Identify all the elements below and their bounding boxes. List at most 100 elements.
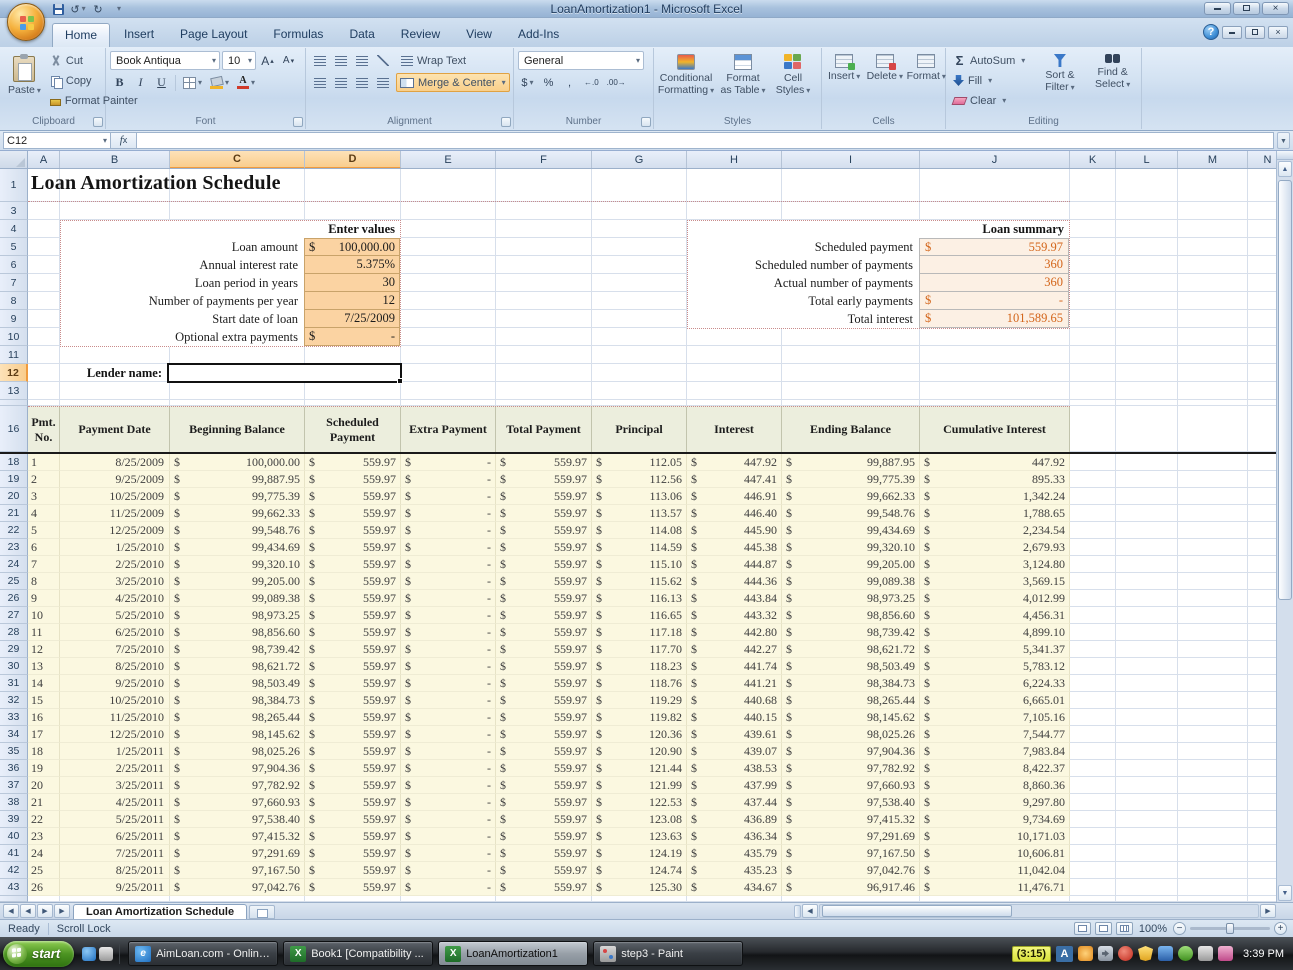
cell[interactable] bbox=[496, 364, 592, 382]
cell[interactable]: $2,679.93 bbox=[920, 539, 1070, 556]
table-column-header[interactable]: Payment Date bbox=[60, 407, 170, 452]
cell[interactable] bbox=[782, 382, 920, 400]
tray-antivirus-icon[interactable] bbox=[1118, 946, 1133, 961]
cell[interactable]: 7/25/2010 bbox=[60, 641, 170, 658]
cell[interactable] bbox=[687, 382, 782, 400]
clear-button[interactable]: Clear▾ bbox=[950, 91, 1032, 110]
cell[interactable]: $559.97 bbox=[305, 862, 401, 879]
cell[interactable]: $443.84 bbox=[687, 590, 782, 607]
align-center-button[interactable] bbox=[331, 73, 350, 92]
cell[interactable] bbox=[401, 292, 496, 310]
cell[interactable]: $895.33 bbox=[920, 471, 1070, 488]
cell[interactable]: 2 bbox=[28, 471, 60, 488]
cell[interactable]: 9/25/2009 bbox=[60, 471, 170, 488]
insert-cells-button[interactable]: Insert▾ bbox=[826, 51, 862, 85]
cell[interactable]: $559.97 bbox=[496, 794, 592, 811]
cell[interactable]: $559.97 bbox=[305, 539, 401, 556]
cell[interactable] bbox=[1178, 624, 1248, 641]
cell[interactable] bbox=[496, 169, 592, 202]
cell[interactable]: $99,548.76 bbox=[782, 505, 920, 522]
cell[interactable]: 5/25/2010 bbox=[60, 607, 170, 624]
start-button[interactable]: start bbox=[3, 941, 74, 967]
row-header[interactable]: 41 bbox=[0, 845, 28, 862]
cell[interactable]: $117.18 bbox=[592, 624, 687, 641]
cell[interactable]: 9 bbox=[28, 590, 60, 607]
insert-function-button[interactable]: fx bbox=[111, 132, 137, 149]
column-header[interactable]: J bbox=[920, 151, 1070, 169]
cell[interactable]: $559.97 bbox=[305, 760, 401, 777]
cell[interactable] bbox=[1178, 607, 1248, 624]
column-header[interactable]: K bbox=[1070, 151, 1116, 169]
tab-view[interactable]: View bbox=[454, 23, 504, 47]
cell[interactable] bbox=[1116, 590, 1178, 607]
minimize-button[interactable] bbox=[1204, 2, 1231, 15]
align-bottom-button[interactable] bbox=[352, 51, 371, 70]
row-header[interactable]: 7 bbox=[0, 274, 28, 292]
cell[interactable]: 3/25/2011 bbox=[60, 777, 170, 794]
cell[interactable]: $99,775.39 bbox=[782, 471, 920, 488]
format-cells-button[interactable]: Format▾ bbox=[907, 51, 945, 85]
conditional-formatting-button[interactable]: Conditional Formatting▾ bbox=[658, 51, 714, 99]
cell[interactable]: 8 bbox=[28, 573, 60, 590]
row-header[interactable]: 27 bbox=[0, 607, 28, 624]
cell[interactable] bbox=[1116, 292, 1178, 310]
cell[interactable] bbox=[1248, 539, 1276, 556]
cell[interactable]: $98,621.72 bbox=[170, 658, 305, 675]
tray-usb-icon[interactable] bbox=[1198, 946, 1213, 961]
row-header[interactable]: 8 bbox=[0, 292, 28, 310]
cell[interactable] bbox=[1178, 238, 1248, 256]
cell[interactable]: $559.97 bbox=[305, 590, 401, 607]
cell[interactable] bbox=[401, 364, 496, 382]
cell[interactable] bbox=[1178, 794, 1248, 811]
close-button[interactable]: × bbox=[1262, 2, 1289, 15]
align-middle-button[interactable] bbox=[331, 51, 350, 70]
cell[interactable] bbox=[1070, 505, 1116, 522]
cell[interactable] bbox=[305, 202, 401, 220]
cell[interactable] bbox=[1070, 624, 1116, 641]
zoom-slider-thumb[interactable] bbox=[1226, 923, 1234, 934]
cell[interactable]: 10/25/2010 bbox=[60, 692, 170, 709]
cell[interactable] bbox=[1178, 556, 1248, 573]
cell[interactable]: $124.19 bbox=[592, 845, 687, 862]
number-dialog-launcher[interactable] bbox=[641, 117, 651, 127]
row-header[interactable]: 38 bbox=[0, 794, 28, 811]
cell[interactable]: $97,538.40 bbox=[170, 811, 305, 828]
cell[interactable] bbox=[920, 328, 1070, 346]
cell[interactable] bbox=[1178, 364, 1248, 382]
scroll-right-arrow[interactable]: ▶ bbox=[1260, 904, 1276, 918]
interest-rate-label-cell[interactable]: Annual interest rate bbox=[61, 256, 304, 274]
cell[interactable] bbox=[28, 292, 60, 310]
cell[interactable]: $118.23 bbox=[592, 658, 687, 675]
workbook-close-button[interactable]: × bbox=[1268, 26, 1288, 39]
quick-launch-browser-icon[interactable] bbox=[82, 947, 96, 961]
cell[interactable]: 25 bbox=[28, 862, 60, 879]
table-column-header[interactable]: Scheduled Payment bbox=[305, 407, 401, 452]
cell[interactable]: $121.44 bbox=[592, 760, 687, 777]
cell[interactable] bbox=[1178, 692, 1248, 709]
cell[interactable]: $559.97 bbox=[305, 709, 401, 726]
cell[interactable] bbox=[1070, 292, 1116, 310]
cell[interactable]: $- bbox=[401, 641, 496, 658]
cell-styles-button[interactable]: Cell Styles▾ bbox=[772, 51, 814, 99]
cell[interactable]: $98,503.49 bbox=[782, 658, 920, 675]
cell[interactable]: $4,012.99 bbox=[920, 590, 1070, 607]
tray-timer-badge[interactable]: (3:15) bbox=[1012, 946, 1051, 962]
cell[interactable] bbox=[1248, 328, 1276, 346]
cell[interactable]: $436.34 bbox=[687, 828, 782, 845]
column-header[interactable]: B bbox=[60, 151, 170, 169]
cell[interactable] bbox=[782, 364, 920, 382]
cell[interactable]: $10,171.03 bbox=[920, 828, 1070, 845]
cell[interactable] bbox=[592, 169, 687, 202]
table-column-header[interactable]: Pmt. No. bbox=[28, 407, 60, 452]
cell[interactable]: $98,973.25 bbox=[170, 607, 305, 624]
cell[interactable] bbox=[1116, 364, 1178, 382]
table-column-header[interactable]: Principal bbox=[592, 407, 687, 452]
cell[interactable] bbox=[1248, 202, 1276, 220]
cell[interactable]: 2/25/2010 bbox=[60, 556, 170, 573]
cell[interactable]: $434.67 bbox=[687, 879, 782, 896]
cell[interactable]: $99,089.38 bbox=[170, 590, 305, 607]
cell[interactable] bbox=[1070, 845, 1116, 862]
cell[interactable] bbox=[1116, 505, 1178, 522]
row-header[interactable]: 35 bbox=[0, 743, 28, 760]
cell[interactable] bbox=[782, 202, 920, 220]
